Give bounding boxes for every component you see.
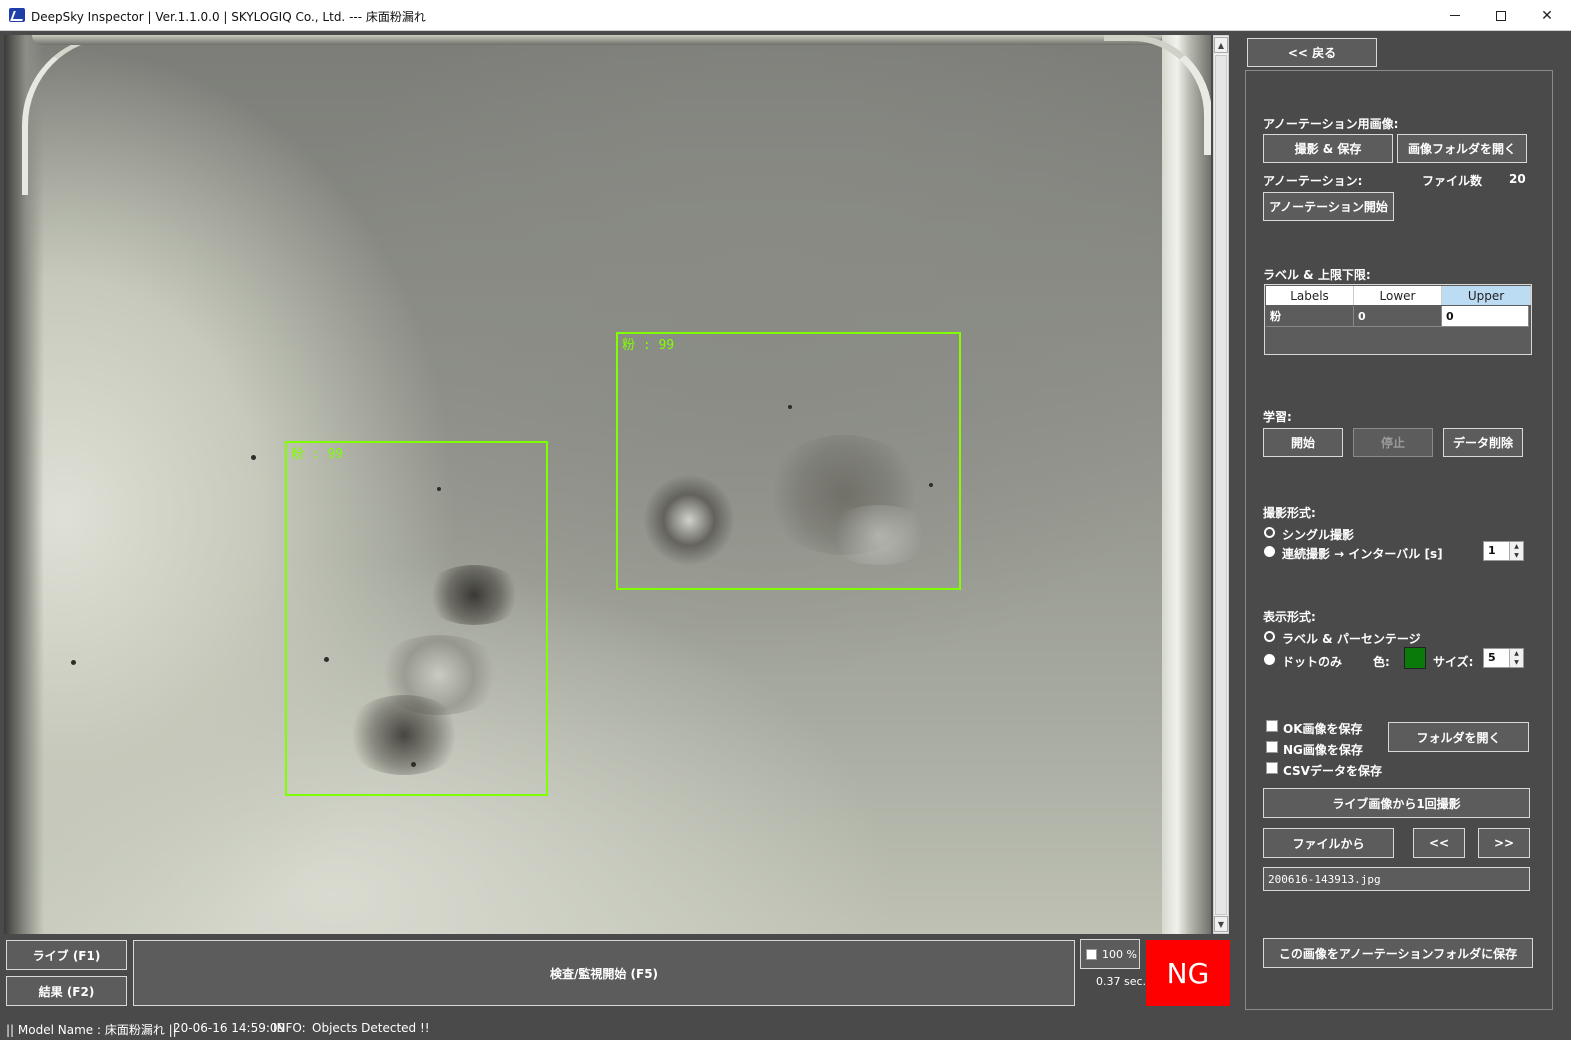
from-file-button[interactable]: ファイルから bbox=[1263, 828, 1394, 858]
file-count-label: ファイル数 bbox=[1422, 174, 1483, 188]
app-logo-icon bbox=[9, 8, 25, 22]
zoom-percent-toggle[interactable]: 100 % bbox=[1080, 939, 1140, 969]
status-info-prefix: INFO: bbox=[273, 1021, 306, 1035]
dot-only-label: ドットのみ bbox=[1282, 655, 1343, 669]
close-icon: ✕ bbox=[1541, 7, 1553, 24]
spin-up-icon[interactable]: ▲ bbox=[1510, 649, 1523, 658]
window-title: DeepSky Inspector | Ver.1.1.0.0 | SKYLOG… bbox=[31, 10, 426, 24]
save-csv-checkbox[interactable] bbox=[1266, 762, 1278, 774]
live-button[interactable]: ライブ (F1) bbox=[6, 940, 127, 970]
cell-upper[interactable]: 0 bbox=[1442, 306, 1529, 327]
color-label: 色: bbox=[1373, 655, 1390, 669]
save-csv-label: CSVデータを保存 bbox=[1283, 764, 1382, 778]
save-to-annotation-folder-button[interactable]: この画像をアノーテーションフォルダに保存 bbox=[1263, 938, 1533, 968]
maximize-button[interactable] bbox=[1478, 0, 1524, 31]
label-limits-heading: ラベル & 上限下限: bbox=[1263, 268, 1371, 282]
close-button[interactable]: ✕ bbox=[1524, 0, 1570, 31]
capture-from-live-button[interactable]: ライブ画像から1回撮影 bbox=[1263, 788, 1530, 818]
filename-field[interactable]: 200616-143913.jpg bbox=[1263, 867, 1530, 891]
verdict-badge: NG bbox=[1146, 940, 1230, 1006]
title-bar: DeepSky Inspector | Ver.1.1.0.0 | SKYLOG… bbox=[0, 0, 1571, 31]
camera-image[interactable]: 粉 : 99 粉 : 99 bbox=[4, 35, 1211, 934]
single-capture-radio[interactable] bbox=[1264, 527, 1275, 538]
continuous-capture-radio[interactable] bbox=[1264, 546, 1275, 557]
interval-stepper-arrows[interactable]: ▲ ▼ bbox=[1509, 542, 1523, 560]
capture-mode-heading: 撮影形式: bbox=[1263, 506, 1316, 520]
spin-down-icon[interactable]: ▼ bbox=[1510, 658, 1523, 667]
tray-edge-top bbox=[32, 35, 1162, 45]
label-percentage-label: ラベル & パーセンテージ bbox=[1282, 632, 1421, 646]
size-stepper-arrows[interactable]: ▲ ▼ bbox=[1509, 649, 1523, 667]
tray-edge-right bbox=[1162, 35, 1211, 934]
status-model-name: || Model Name : 床面粉漏れ || bbox=[6, 1023, 177, 1037]
minimize-button[interactable] bbox=[1432, 0, 1478, 31]
detection-box: 粉 : 99 bbox=[285, 441, 548, 796]
size-value: 5 bbox=[1488, 651, 1496, 664]
annotation-images-heading: アノーテーション用画像: bbox=[1263, 117, 1399, 131]
inspection-start-button[interactable]: 検査/監視開始 (F5) bbox=[133, 940, 1075, 1006]
minimize-icon bbox=[1450, 15, 1460, 16]
scroll-up-icon[interactable]: ▲ bbox=[1214, 37, 1228, 53]
powder-speck bbox=[251, 455, 256, 460]
back-button[interactable]: << 戻る bbox=[1247, 38, 1377, 67]
cell-label[interactable]: 粉 bbox=[1266, 306, 1354, 327]
label-percentage-radio[interactable] bbox=[1264, 631, 1275, 642]
dot-only-radio[interactable] bbox=[1264, 654, 1275, 665]
learn-start-button[interactable]: 開始 bbox=[1263, 428, 1343, 457]
save-ok-checkbox[interactable] bbox=[1266, 720, 1278, 732]
maximize-icon bbox=[1496, 10, 1506, 21]
cell-lower[interactable]: 0 bbox=[1354, 306, 1442, 327]
scroll-down-icon[interactable]: ▼ bbox=[1214, 916, 1228, 932]
learn-stop-button[interactable]: 停止 bbox=[1353, 428, 1433, 457]
save-ok-label: OK画像を保存 bbox=[1283, 722, 1363, 736]
processing-time: 0.37 sec. bbox=[1096, 975, 1147, 988]
size-label: サイズ: bbox=[1433, 655, 1474, 669]
column-header-lower[interactable]: Lower bbox=[1354, 286, 1442, 305]
file-count-value: 20 bbox=[1509, 172, 1526, 186]
scroll-thumb[interactable] bbox=[1215, 55, 1227, 915]
save-ng-checkbox[interactable] bbox=[1266, 741, 1278, 753]
annotation-start-button[interactable]: アノーテーション開始 bbox=[1263, 192, 1394, 221]
powder-speck bbox=[71, 660, 76, 665]
open-image-folder-button[interactable]: 画像フォルダを開く bbox=[1397, 134, 1527, 163]
spin-up-icon[interactable]: ▲ bbox=[1510, 542, 1523, 551]
dot-color-swatch[interactable] bbox=[1404, 647, 1426, 669]
column-header-labels[interactable]: Labels bbox=[1266, 286, 1354, 305]
continuous-capture-label: 連続撮影 → インターバル [s] bbox=[1282, 547, 1443, 561]
detection-box: 粉 : 99 bbox=[616, 332, 961, 590]
learning-heading: 学習: bbox=[1263, 410, 1292, 424]
data-delete-button[interactable]: データ削除 bbox=[1443, 428, 1523, 457]
save-ng-label: NG画像を保存 bbox=[1283, 743, 1363, 757]
status-bar: || Model Name : 床面粉漏れ || 20-06-16 14:59:… bbox=[0, 1018, 1571, 1040]
spin-down-icon[interactable]: ▼ bbox=[1510, 551, 1523, 560]
image-scrollbar[interactable]: ▲ ▼ bbox=[1213, 35, 1229, 934]
next-image-button[interactable]: >> bbox=[1478, 828, 1530, 858]
status-timestamp: 20-06-16 14:59:09 bbox=[173, 1021, 286, 1035]
single-capture-label: シングル撮影 bbox=[1282, 528, 1355, 542]
result-button[interactable]: 結果 (F2) bbox=[6, 976, 127, 1006]
zoom-percent-label: 100 % bbox=[1102, 948, 1137, 961]
label-limits-table[interactable]: Labels Lower Upper 粉 0 0 bbox=[1264, 284, 1532, 355]
size-stepper[interactable]: 5 ▲ ▼ bbox=[1483, 648, 1524, 668]
interval-stepper[interactable]: 1 ▲ ▼ bbox=[1483, 541, 1524, 561]
interval-value: 1 bbox=[1488, 544, 1496, 557]
annotation-heading: アノーテーション: bbox=[1263, 174, 1363, 188]
display-mode-heading: 表示形式: bbox=[1263, 610, 1316, 624]
capture-save-button[interactable]: 撮影 & 保存 bbox=[1263, 134, 1393, 163]
detection-label: 粉 : 99 bbox=[622, 338, 675, 353]
detection-label: 粉 : 99 bbox=[291, 447, 344, 462]
open-folder-button[interactable]: フォルダを開く bbox=[1388, 722, 1529, 752]
column-header-upper[interactable]: Upper bbox=[1442, 286, 1531, 305]
status-info-message: Objects Detected !! bbox=[312, 1021, 430, 1035]
previous-image-button[interactable]: << bbox=[1413, 828, 1465, 858]
zoom-percent-checkbox[interactable] bbox=[1086, 949, 1097, 960]
